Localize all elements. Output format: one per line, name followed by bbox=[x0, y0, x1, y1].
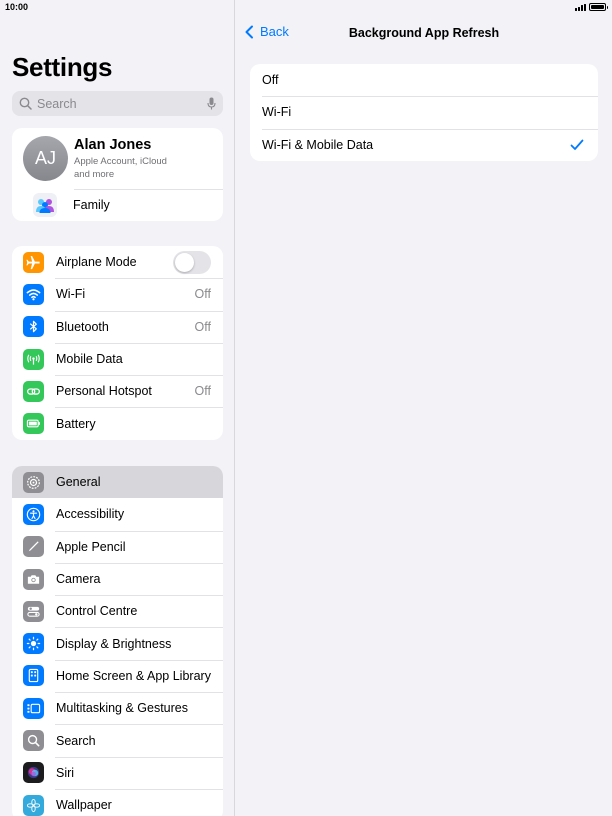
signal-icon bbox=[575, 3, 586, 11]
sidebar-item-label: Camera bbox=[56, 572, 101, 587]
sidebar-item-display-brightness[interactable]: Display & Brightness bbox=[12, 627, 223, 659]
wifi-icon bbox=[23, 283, 44, 305]
home-screen-icon bbox=[23, 665, 44, 687]
airplane-icon bbox=[23, 251, 44, 273]
bluetooth-status: Off bbox=[194, 319, 211, 334]
sun-icon bbox=[23, 633, 44, 655]
sidebar-item-general[interactable]: General bbox=[12, 466, 223, 499]
sidebar-item-label: Personal Hotspot bbox=[56, 384, 152, 399]
search-icon bbox=[19, 97, 32, 110]
account-row[interactable]: AJ Alan Jones Apple Account, iCloud and … bbox=[12, 128, 223, 189]
multitasking-icon bbox=[23, 697, 44, 719]
airplane-mode-toggle[interactable] bbox=[173, 250, 211, 274]
siri-icon bbox=[23, 762, 44, 784]
option-wifi-mobile-data[interactable]: Wi-Fi & Mobile Data bbox=[250, 128, 598, 161]
flower-icon bbox=[23, 794, 44, 816]
option-label: Off bbox=[262, 73, 279, 88]
wifi-status: Off bbox=[194, 287, 211, 302]
switches-icon bbox=[23, 600, 44, 622]
sidebar-item-label: Mobile Data bbox=[56, 352, 123, 367]
microphone-icon[interactable] bbox=[207, 97, 216, 110]
search-field[interactable]: Search bbox=[12, 91, 223, 116]
battery-status-icon bbox=[589, 3, 608, 11]
sidebar-item-control-centre[interactable]: Control Centre bbox=[12, 595, 223, 627]
sidebar-item-label: Display & Brightness bbox=[56, 636, 172, 651]
sidebar-item-label: Bluetooth bbox=[56, 319, 109, 334]
sidebar-item-multitasking[interactable]: Multitasking & Gestures bbox=[12, 692, 223, 724]
sidebar-item-search[interactable]: Search bbox=[12, 724, 223, 756]
page-title: Settings bbox=[12, 52, 113, 82]
status-icons bbox=[575, 3, 608, 11]
search-icon bbox=[23, 730, 44, 752]
sidebar-item-battery[interactable]: Battery bbox=[12, 407, 223, 439]
sidebar-item-airplane-mode[interactable]: Airplane Mode bbox=[12, 246, 223, 278]
battery-icon bbox=[23, 413, 44, 435]
detail-header: Back Background App Refresh bbox=[236, 16, 612, 50]
option-off[interactable]: Off bbox=[250, 64, 598, 96]
sidebar-item-label: Wi-Fi bbox=[56, 287, 86, 302]
sidebar-item-wifi[interactable]: Wi-Fi Off bbox=[12, 278, 223, 310]
hotspot-icon bbox=[23, 380, 44, 402]
sidebar-item-mobile-data[interactable]: Mobile Data bbox=[12, 342, 223, 375]
avatar: AJ bbox=[23, 136, 68, 181]
gear-icon bbox=[23, 471, 44, 493]
account-card: AJ Alan Jones Apple Account, iCloud and … bbox=[12, 128, 223, 221]
family-icon bbox=[33, 193, 57, 217]
family-label: Family bbox=[73, 198, 110, 212]
refresh-options: Off Wi-Fi Wi-Fi & Mobile Data bbox=[250, 64, 598, 161]
sidebar-item-label: Control Centre bbox=[56, 604, 138, 619]
sidebar-item-label: Wallpaper bbox=[56, 798, 112, 813]
sidebar-item-label: Battery bbox=[56, 416, 96, 431]
pencil-icon bbox=[23, 536, 44, 558]
option-wifi[interactable]: Wi-Fi bbox=[250, 96, 598, 128]
sidebar-item-siri[interactable]: Siri bbox=[12, 756, 223, 789]
sidebar-item-bluetooth[interactable]: Bluetooth Off bbox=[12, 310, 223, 343]
account-subtitle: Apple Account, iCloud and more bbox=[74, 155, 167, 180]
sidebar-item-label: Accessibility bbox=[56, 507, 125, 522]
sidebar-item-accessibility[interactable]: Accessibility bbox=[12, 498, 223, 530]
detail-title: Background App Refresh bbox=[348, 26, 500, 40]
option-label: Wi-Fi & Mobile Data bbox=[262, 137, 374, 152]
sidebar-item-personal-hotspot[interactable]: Personal Hotspot Off bbox=[12, 375, 223, 407]
sidebar-item-label: General bbox=[56, 475, 101, 490]
antenna-icon bbox=[23, 348, 44, 370]
sidebar-item-home-screen[interactable]: Home Screen & App Library bbox=[12, 659, 223, 692]
account-name: Alan Jones bbox=[74, 136, 152, 153]
sidebar-item-label: Siri bbox=[56, 765, 75, 780]
bluetooth-icon bbox=[23, 316, 44, 338]
sidebar-item-wallpaper[interactable]: Wallpaper bbox=[12, 788, 223, 816]
option-label: Wi-Fi bbox=[262, 105, 292, 120]
checkmark-icon bbox=[570, 139, 584, 151]
sidebar-item-label: Airplane Mode bbox=[56, 255, 137, 270]
accessibility-icon bbox=[23, 503, 44, 525]
sidebar-item-apple-pencil[interactable]: Apple Pencil bbox=[12, 530, 223, 563]
sidebar-item-label: Search bbox=[56, 733, 96, 748]
system-group: General Accessibility Apple Pencil Camer… bbox=[12, 466, 223, 816]
camera-icon bbox=[23, 568, 44, 590]
hotspot-status: Off bbox=[194, 384, 211, 399]
sidebar-item-label: Home Screen & App Library bbox=[56, 668, 211, 683]
family-row[interactable]: Family bbox=[12, 189, 223, 221]
sidebar-item-label: Multitasking & Gestures bbox=[56, 701, 188, 716]
search-placeholder: Search bbox=[37, 96, 77, 111]
connectivity-group: Airplane Mode Wi-Fi Off Bluetooth Off Mo… bbox=[12, 246, 223, 440]
sidebar-item-camera[interactable]: Camera bbox=[12, 562, 223, 595]
sidebar-item-label: Apple Pencil bbox=[56, 539, 126, 554]
settings-sidebar: Settings Search AJ Alan Jones Apple Acco… bbox=[0, 0, 235, 816]
